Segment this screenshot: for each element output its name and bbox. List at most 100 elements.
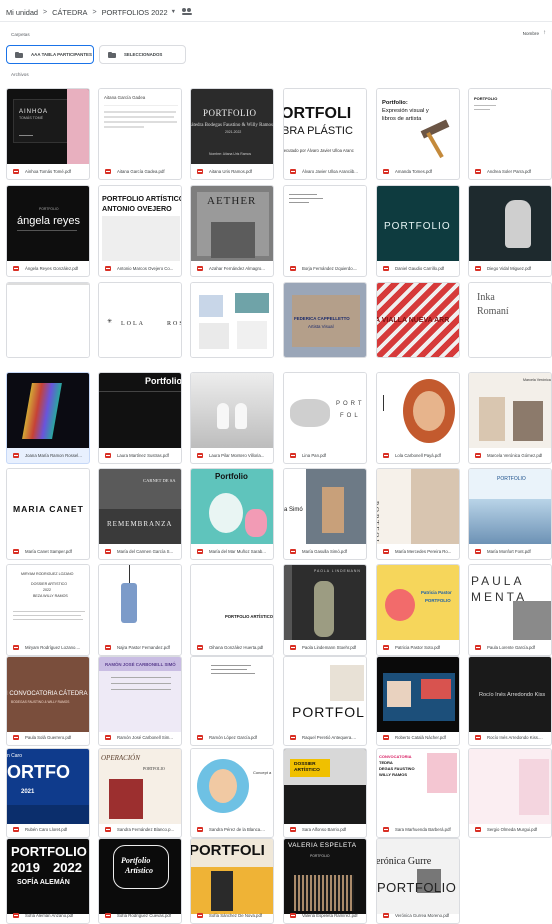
file-card[interactable]: Laura Pilar Montero Villoria... xyxy=(190,372,274,464)
file-card[interactable]: AINHOA TOMÁS TOMÉ Ainhoa Tomás Tomé.pdf xyxy=(6,88,90,180)
file-card[interactable]: PORTFOLIO 2019 2022 SOFÍA ALEMÁN Sofía A… xyxy=(6,838,90,924)
file-card[interactable]: CARNET DE SA REMEMBRANZA María del Carme… xyxy=(98,468,182,560)
file-card[interactable]: n Caro ORTFO 2021 Rubén Caro Lloret.pdf xyxy=(6,748,90,838)
file-card[interactable]: PORTFOLIO María Monfort Font.pdf xyxy=(468,468,552,560)
file-card[interactable] xyxy=(190,282,274,358)
chevron-down-icon[interactable]: ▼ xyxy=(171,9,176,15)
file-card[interactable]: Marcela Verónica Marcela Verónica Gómez.… xyxy=(468,372,552,464)
thumbnail-shape xyxy=(427,753,457,793)
thumbnail-shape xyxy=(289,198,323,199)
file-card[interactable]: Portfolio: Expresión visual y libros de … xyxy=(376,88,460,180)
arrow-up-icon[interactable]: ↑ xyxy=(543,30,546,36)
file-card[interactable]: RAMÓN JOSÉ CARBONELL SIMÓ Ramón José Car… xyxy=(98,656,182,746)
thumbnail-text: CONVOCATORIA xyxy=(379,754,412,759)
thumbnail-text: libros de artista xyxy=(382,116,422,122)
file-card[interactable]: Najra Pastor Fernandez.pdf xyxy=(98,564,182,656)
file-card[interactable]: erónica Gurre PORTFOLIO Verónica Gurrea … xyxy=(376,838,460,924)
file-name: Sandra Pérez de la Blanca.... xyxy=(191,822,273,837)
file-thumbnail: Concept a xyxy=(191,749,273,824)
thumbnail-text: n Caro xyxy=(7,753,23,759)
file-card[interactable]: MARIA CANET María Canet Samper.pdf xyxy=(6,468,90,560)
file-name: Marcela Verónica Gómez.pdf xyxy=(469,448,551,463)
file-card[interactable]: Aitana García Gadea Aitana García Gadea.… xyxy=(98,88,182,180)
file-card[interactable]: PAOLA LINDEMANN Paola Lindemann Stoehr.p… xyxy=(283,564,367,656)
file-card[interactable]: Rocío Inés Arredondo Kiss Rocío Inés Arr… xyxy=(468,656,552,746)
file-card[interactable]: Portfolio María del Mar Muñoz Sarab... xyxy=(190,468,274,560)
file-card[interactable]: Patricia Pastor PORTFOLIO Patricia Pasto… xyxy=(376,564,460,656)
file-thumbnail: PORTFOLIO xyxy=(377,469,459,544)
breadcrumb-mi-unidad[interactable]: Mi unidad xyxy=(6,8,38,17)
file-card[interactable]: MIRYAM RODRIGUEZ LOZANO DOSSIER ARTISTIC… xyxy=(6,564,90,656)
file-thumbnail: Portfolio xyxy=(99,373,182,448)
file-card[interactable]: OPERACIÓN PORTFOLIO Sandra Fernández Bla… xyxy=(98,748,182,838)
file-card[interactable]: AETHER Azahar Fernández Almagro... xyxy=(190,185,274,277)
thumbnail-shape xyxy=(104,126,144,128)
file-name-label: María del Carmen García S... xyxy=(117,549,174,554)
file-card[interactable]: Portfolio Artístico Sofía Rodríguez Cuev… xyxy=(98,838,182,924)
pdf-file-icon xyxy=(13,735,19,740)
file-card[interactable]: ✳ LOLA ROS xyxy=(98,282,182,358)
file-card[interactable]: CONVOCATORIA TEDRA DEGAS FAUSTINO WILLY … xyxy=(376,748,460,838)
header-divider xyxy=(0,21,552,22)
file-name: María Canet Samper.pdf xyxy=(7,544,89,559)
file-card[interactable] xyxy=(6,282,90,358)
file-card[interactable]: VALERIA ESPELETA PORTFOLIO Valeria Espel… xyxy=(283,838,367,924)
file-card[interactable]: Concept a Sandra Pérez de la Blanca.... xyxy=(190,748,274,838)
folder-aaa-tabla-participantes[interactable]: AAA TABLA PARTICIPANTES xyxy=(6,45,94,64)
thumbnail-shape xyxy=(99,469,181,509)
file-card[interactable]: PORTFOLIO Daniel Gaudio Carrillo.pdf xyxy=(376,185,460,277)
file-card[interactable]: Roberto Català Nácher.pdf xyxy=(376,656,460,746)
file-name-label: Aitana García Gadea.pdf xyxy=(117,169,165,174)
thumbnail-text: Portfolio xyxy=(145,376,182,386)
thumbnail-shape xyxy=(474,109,490,110)
file-name-label: Paula Solà Guerrero.pdf xyxy=(25,735,72,740)
file-card[interactable]: A VIALLA NUEVA ARR xyxy=(376,282,460,358)
file-card[interactable]: Sergio Olmeda Murgui.pdf xyxy=(468,748,552,838)
file-card[interactable]: DOSSIER ARTÍSTICO Sara Alfonso Barrio.pd… xyxy=(283,748,367,838)
pdf-file-icon xyxy=(290,913,296,918)
pdf-file-icon xyxy=(475,453,481,458)
file-card[interactable]: PORTFOL Raquel Peretió Antequera.... xyxy=(283,656,367,746)
file-card[interactable]: PORTFOLIO cátedra Bodegas Faustino & Wil… xyxy=(190,88,274,180)
file-card[interactable]: PORT FOL Lina Pan.pdf xyxy=(283,372,367,464)
file-card[interactable]: I CONVOCATORIA CÁTEDRA BODEGAS FAUSTINO … xyxy=(6,656,90,746)
folder-seleccionados[interactable]: SELECCIONADOS xyxy=(99,45,186,64)
file-card[interactable]: Inka Romaní xyxy=(468,282,552,358)
file-thumbnail xyxy=(7,283,89,357)
file-card[interactable]: Lola Carbonell Payá.pdf xyxy=(376,372,460,464)
file-thumbnail: PORTFOLI xyxy=(191,839,273,914)
pdf-file-icon xyxy=(197,169,203,174)
file-card[interactable]: ORTFOLI BRA PLÁSTIC Ejecutado por Álvaro… xyxy=(283,88,367,180)
file-card[interactable]: FEDERICA CAPPELLETTO Artista Visual xyxy=(283,282,367,358)
file-card[interactable]: PORTFOLIO María Mercedes Pereira Ro... xyxy=(376,468,460,560)
thumbnail-shape xyxy=(19,135,33,136)
thumbnail-text: AINHOA xyxy=(19,109,49,115)
pdf-file-icon xyxy=(13,645,19,650)
file-card[interactable]: PORTFOLI Sofía Sánchez De Nova.pdf xyxy=(190,838,274,924)
file-card[interactable]: Diego Vidal Miguez.pdf xyxy=(468,185,552,277)
sort-control[interactable]: Nombre ↑ xyxy=(523,30,546,36)
file-name-label: Patricia Pastor Soto.pdf xyxy=(395,645,441,650)
file-thumbnail: Patricia Pastor PORTFOLIO xyxy=(377,565,459,640)
thumbnail-shape xyxy=(7,283,89,285)
file-card[interactable]: PORTFOLIO ARTÍSTICO ANTONIO OVEJERO Anto… xyxy=(98,185,182,277)
file-thumbnail: PORTFOLIO ángela reyes xyxy=(7,186,89,261)
file-card[interactable]: Borja Fernández Izquierdo.... xyxy=(283,185,367,277)
file-card[interactable]: Joana María Ramon Rossel... xyxy=(6,372,90,464)
file-name-label: Najra Pastor Fernandez.pdf xyxy=(117,645,170,650)
file-card[interactable]: Portfolio Laura Martínez Sustras.pdf xyxy=(98,372,182,464)
file-name: María Gasulla Simó.pdf xyxy=(284,544,366,559)
breadcrumb-current-folder[interactable]: PORTFOLIOS 2022 xyxy=(102,8,168,17)
file-card[interactable]: a Simó María Gasulla Simó.pdf xyxy=(283,468,367,560)
file-card[interactable]: PORTFOLIO Andrea Soler Parra.pdf xyxy=(468,88,552,180)
file-card[interactable]: PAULA MENTA Paula Lorente García.pdf xyxy=(468,564,552,656)
thumbnail-shape xyxy=(426,131,444,159)
file-thumbnail: DOSSIER ARTÍSTICO xyxy=(284,749,366,824)
file-name-label: Sofía Sánchez De Nova.pdf xyxy=(209,913,263,918)
file-card[interactable]: Ramón López García.pdf xyxy=(190,656,274,746)
file-card[interactable]: PORTFOLIO ángela reyes Ángela Reyes Gonz… xyxy=(6,185,90,277)
file-name-label: Valeria Espeleta Ramírez.pdf xyxy=(302,913,358,918)
breadcrumb-catedra[interactable]: CÁTEDRA xyxy=(52,8,87,17)
file-card[interactable]: PORTFOLIO ARTÍSTICO Oihana González Huer… xyxy=(190,564,274,656)
file-name-label: Ramón José Carbonell Sim... xyxy=(117,735,173,740)
